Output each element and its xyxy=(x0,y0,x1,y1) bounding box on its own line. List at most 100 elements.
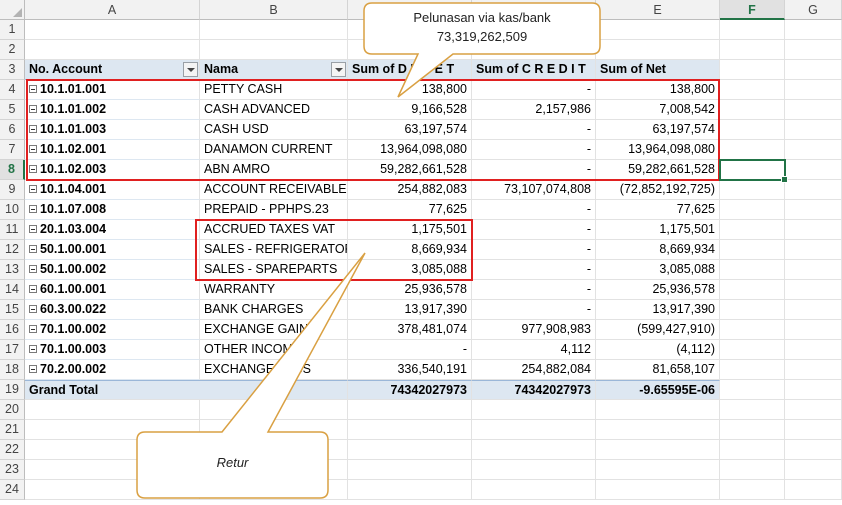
net-cell[interactable]: (599,427,910) xyxy=(596,320,720,340)
spreadsheet-grid[interactable]: A B C D E F G 1 2 3 4 5 6 7 8 9 10 11 12 13 14 15 16 17 18 19 20 21… xyxy=(0,0,842,505)
cell[interactable] xyxy=(785,360,842,380)
debet-cell[interactable]: 3,085,088 xyxy=(348,260,472,280)
row-header-17[interactable]: 17 xyxy=(0,340,25,360)
row-header-11[interactable]: 11 xyxy=(0,220,25,240)
cell[interactable] xyxy=(785,220,842,240)
account-cell[interactable]: 50.1.00.002 xyxy=(25,260,200,280)
collapse-minus-icon[interactable] xyxy=(29,84,37,93)
collapse-minus-icon[interactable] xyxy=(29,144,37,153)
collapse-minus-icon[interactable] xyxy=(29,324,37,333)
cell[interactable] xyxy=(596,20,720,40)
grand-total-credit[interactable]: 74342027973 xyxy=(472,380,596,400)
cell[interactable] xyxy=(348,440,472,460)
account-cell[interactable]: 70.1.00.003 xyxy=(25,340,200,360)
name-cell[interactable]: EXCHANGE GAIN xyxy=(200,320,348,340)
cell[interactable] xyxy=(785,240,842,260)
cell[interactable] xyxy=(720,100,785,120)
cell[interactable] xyxy=(25,420,200,440)
account-cell[interactable]: 10.1.02.001 xyxy=(25,140,200,160)
name-cell[interactable]: ABN AMRO xyxy=(200,160,348,180)
row-header-4[interactable]: 4 xyxy=(0,80,25,100)
row-header-1[interactable]: 1 xyxy=(0,20,25,40)
net-cell[interactable]: 81,658,107 xyxy=(596,360,720,380)
collapse-minus-icon[interactable] xyxy=(29,364,37,373)
cell[interactable] xyxy=(720,280,785,300)
net-cell[interactable]: (72,852,192,725) xyxy=(596,180,720,200)
account-cell[interactable]: 70.1.00.002 xyxy=(25,320,200,340)
row-header-22[interactable]: 22 xyxy=(0,440,25,460)
row-header-12[interactable]: 12 xyxy=(0,240,25,260)
credit-cell[interactable]: - xyxy=(472,160,596,180)
pivot-header-3[interactable]: Sum of C R E D I T xyxy=(472,60,596,80)
name-cell[interactable]: DANAMON CURRENT xyxy=(200,140,348,160)
collapse-minus-icon[interactable] xyxy=(29,264,37,273)
name-cell[interactable]: ACCOUNT RECEIVABLE xyxy=(200,180,348,200)
name-cell[interactable]: WARRANTY xyxy=(200,280,348,300)
row-header-5[interactable]: 5 xyxy=(0,100,25,120)
debet-cell[interactable]: - xyxy=(348,340,472,360)
row-header-19[interactable]: 19 xyxy=(0,380,25,400)
collapse-minus-icon[interactable] xyxy=(29,284,37,293)
net-cell[interactable]: 77,625 xyxy=(596,200,720,220)
cell[interactable] xyxy=(596,400,720,420)
cell[interactable] xyxy=(785,180,842,200)
debet-cell[interactable]: 336,540,191 xyxy=(348,360,472,380)
cell[interactable] xyxy=(785,460,842,480)
credit-cell[interactable]: 2,157,986 xyxy=(472,100,596,120)
cell[interactable] xyxy=(785,280,842,300)
cell[interactable] xyxy=(785,60,842,80)
net-cell[interactable]: 7,008,542 xyxy=(596,100,720,120)
debet-cell[interactable]: 9,166,528 xyxy=(348,100,472,120)
collapse-minus-icon[interactable] xyxy=(29,104,37,113)
net-cell[interactable]: 59,282,661,528 xyxy=(596,160,720,180)
column-header-a[interactable]: A xyxy=(25,0,200,20)
account-cell[interactable]: 10.1.01.001 xyxy=(25,80,200,100)
debet-cell[interactable]: 378,481,074 xyxy=(348,320,472,340)
debet-cell[interactable]: 13,917,390 xyxy=(348,300,472,320)
name-cell[interactable]: OTHER INCOME xyxy=(200,340,348,360)
cell[interactable] xyxy=(200,400,348,420)
row-header-2[interactable]: 2 xyxy=(0,40,25,60)
active-cell-f8[interactable] xyxy=(719,159,788,183)
row-header-16[interactable]: 16 xyxy=(0,320,25,340)
account-cell[interactable]: 10.1.07.008 xyxy=(25,200,200,220)
cell[interactable] xyxy=(596,440,720,460)
cell[interactable] xyxy=(785,480,842,500)
collapse-minus-icon[interactable] xyxy=(29,124,37,133)
collapse-minus-icon[interactable] xyxy=(29,304,37,313)
debet-cell[interactable]: 25,936,578 xyxy=(348,280,472,300)
row-header-9[interactable]: 9 xyxy=(0,180,25,200)
account-filter-dropdown-icon[interactable] xyxy=(183,62,198,77)
collapse-minus-icon[interactable] xyxy=(29,204,37,213)
credit-cell[interactable]: - xyxy=(472,220,596,240)
column-header-g[interactable]: G xyxy=(785,0,842,20)
row-header-10[interactable]: 10 xyxy=(0,200,25,220)
account-cell[interactable]: 10.1.02.003 xyxy=(25,160,200,180)
name-cell[interactable]: SALES - SPAREPARTS xyxy=(200,260,348,280)
cell[interactable] xyxy=(720,60,785,80)
row-header-20[interactable]: 20 xyxy=(0,400,25,420)
credit-cell[interactable]: 4,112 xyxy=(472,340,596,360)
cell[interactable] xyxy=(785,100,842,120)
name-cell[interactable]: SALES - REFRIGERATOR xyxy=(200,240,348,260)
cell[interactable] xyxy=(785,120,842,140)
net-cell[interactable]: 13,964,098,080 xyxy=(596,140,720,160)
cell[interactable] xyxy=(200,40,348,60)
row-header-23[interactable]: 23 xyxy=(0,460,25,480)
cell[interactable] xyxy=(720,420,785,440)
credit-cell[interactable]: - xyxy=(472,240,596,260)
account-cell[interactable]: 50.1.00.001 xyxy=(25,240,200,260)
column-header-e[interactable]: E xyxy=(596,0,720,20)
collapse-minus-icon[interactable] xyxy=(29,224,37,233)
cell[interactable] xyxy=(785,340,842,360)
credit-cell[interactable]: 977,908,983 xyxy=(472,320,596,340)
debet-cell[interactable]: 1,175,501 xyxy=(348,220,472,240)
debet-cell[interactable]: 254,882,083 xyxy=(348,180,472,200)
cell[interactable] xyxy=(720,380,785,400)
net-cell[interactable]: 25,936,578 xyxy=(596,280,720,300)
cell[interactable] xyxy=(596,460,720,480)
pivot-header-2[interactable]: Sum of D E B E T xyxy=(348,60,472,80)
net-cell[interactable]: 13,917,390 xyxy=(596,300,720,320)
cell[interactable] xyxy=(785,420,842,440)
pivot-header-0[interactable]: No. Account xyxy=(25,60,200,80)
